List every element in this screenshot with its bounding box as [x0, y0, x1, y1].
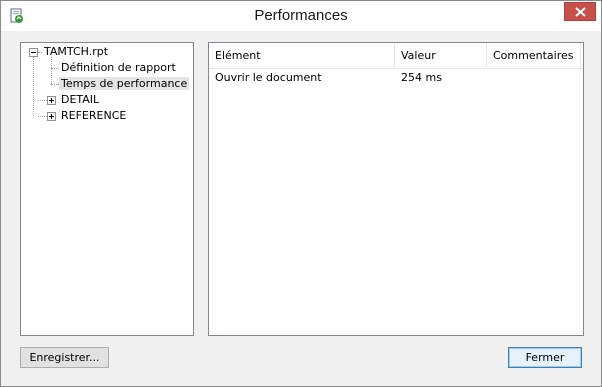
cell-element: Ouvrir le document [215, 71, 322, 84]
column-header-commentaires[interactable]: Commentaires [487, 43, 581, 68]
cell-commentaires [487, 71, 581, 85]
close-window-button[interactable] [564, 2, 596, 21]
report-tree[interactable]: TAMTCH.rpt Définition de rapport Temps d… [20, 42, 194, 336]
performances-dialog: Performances TAMTCH.rpt Définition de ra… [0, 0, 602, 387]
tree-item-label: Temps de performance [59, 77, 190, 90]
save-button[interactable]: Enregistrer... [20, 347, 109, 368]
collapse-root-icon[interactable] [29, 48, 38, 57]
close-button[interactable]: Fermer [508, 347, 582, 368]
title-bar: Performances [1, 1, 601, 31]
performance-list[interactable]: Elément Valeur Commentaires Ouvrir le do… [208, 42, 584, 336]
tree-item-label: REFERENCE [61, 109, 127, 122]
save-button-label: Enregistrer... [29, 351, 100, 364]
cell-valeur: 254 ms [401, 71, 442, 84]
close-icon [575, 7, 586, 17]
tree-item-label: DETAIL [61, 93, 100, 106]
tree-item-temps-de-performance[interactable]: Temps de performance [59, 77, 190, 91]
list-header: Elément Valeur Commentaires [209, 43, 583, 69]
tree-item-reference[interactable]: REFERENCE [59, 109, 128, 123]
column-header-element[interactable]: Elément [209, 43, 395, 68]
expand-reference-icon[interactable] [47, 112, 56, 121]
column-header-valeur[interactable]: Valeur [395, 43, 487, 68]
tree-item-detail[interactable]: DETAIL [59, 93, 101, 107]
expand-detail-icon[interactable] [47, 96, 56, 105]
close-button-label: Fermer [525, 351, 565, 364]
dialog-content: TAMTCH.rpt Définition de rapport Temps d… [9, 31, 593, 378]
tree-item-label: Définition de rapport [61, 61, 176, 74]
tree-item-definition-de-rapport[interactable]: Définition de rapport [59, 61, 178, 75]
window-title: Performances [254, 7, 348, 24]
